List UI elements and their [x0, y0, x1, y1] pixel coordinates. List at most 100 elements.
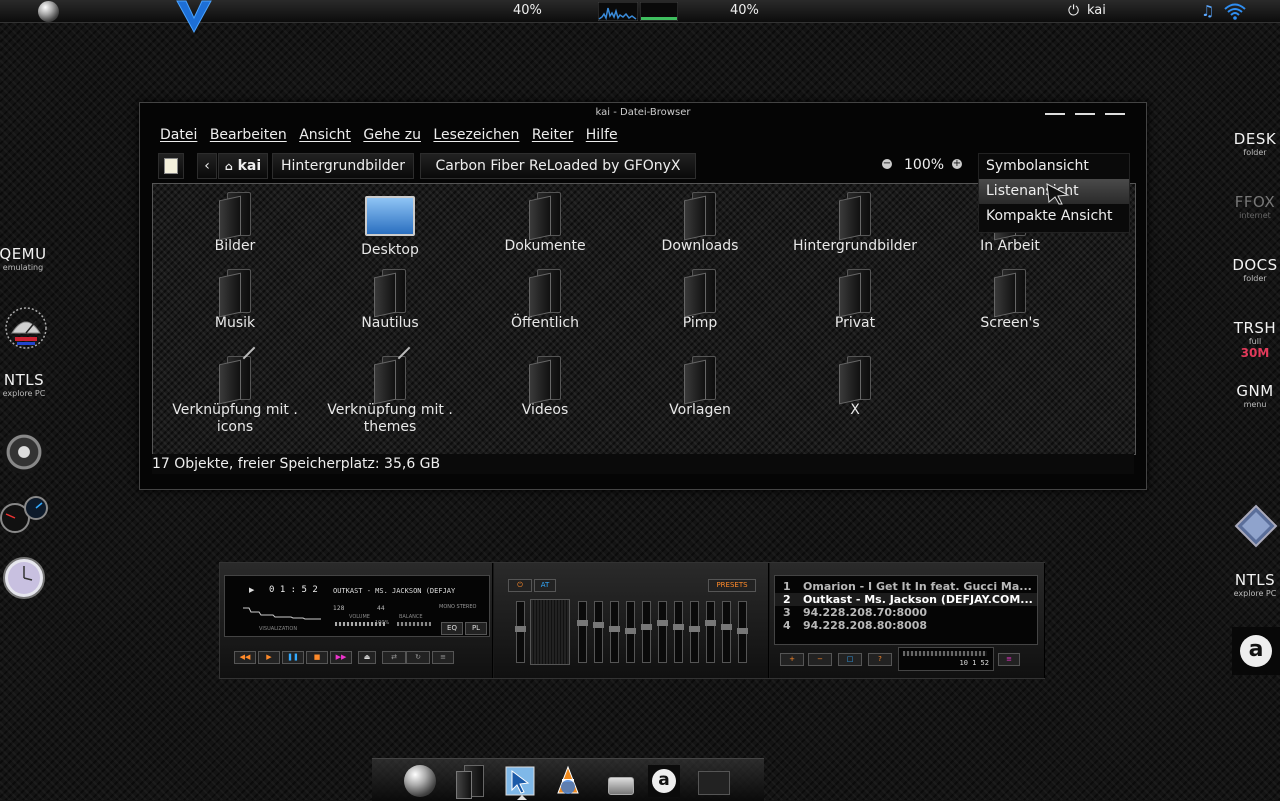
eq-slider[interactable] [577, 601, 588, 663]
file-item-bilder[interactable]: Bilder [160, 192, 310, 255]
window-title[interactable]: kai - Datei-Browser [140, 103, 1146, 123]
playlist-row[interactable]: 4 94.228.208.80:8008 [775, 619, 1037, 632]
desk-launcher[interactable]: DESK folder [1225, 131, 1280, 158]
file-label: Videos [521, 402, 569, 418]
prev-button[interactable]: ◀◀ [234, 651, 256, 664]
active-indicator [517, 795, 527, 800]
trsh-launcher[interactable]: TRSH full 30M [1225, 320, 1280, 360]
file-item-oeffentlich[interactable]: Öffentlich [470, 269, 620, 332]
ntls-launcher-right[interactable]: NTLS explore PC [1225, 572, 1280, 599]
menu-reiter[interactable]: Reiter [532, 127, 573, 143]
blue-v-icon[interactable] [175, 0, 213, 34]
stop-button[interactable]: ■ [306, 651, 328, 664]
qemu-launcher[interactable]: QEMU emulating [0, 246, 53, 273]
power-icon[interactable]: ⏻ [1068, 0, 1079, 22]
menu-item-symbolansicht[interactable]: Symbolansicht [979, 154, 1129, 179]
playlist-row[interactable]: 3 94.228.208.70:8000 [775, 606, 1037, 619]
playlist-list[interactable]: 1 Omarion - I Get It In feat. Gucci Ma...… [774, 575, 1038, 645]
eq-on-button[interactable]: ⏻ [508, 579, 532, 592]
diamond-gadget-icon[interactable] [1234, 504, 1278, 548]
menu-ansicht[interactable]: Ansicht [299, 127, 351, 143]
gnm-launcher[interactable]: GNM menu [1225, 383, 1280, 410]
file-item-privat[interactable]: Privat [780, 269, 930, 332]
file-item-musik[interactable]: Musik [160, 269, 310, 332]
play-button[interactable]: ▶ [258, 651, 280, 664]
menu-hilfe[interactable]: Hilfe [586, 127, 618, 143]
breadcrumb-carbon-fiber[interactable]: Carbon Fiber ReLoaded by GFOnyX [420, 153, 696, 179]
file-item-link-themes[interactable]: Verknüpfung mit . themes [315, 346, 465, 436]
mini-display: 10 1 52 [898, 647, 994, 671]
file-item-link-icons[interactable]: Verknüpfung mit . icons [160, 346, 310, 436]
ntls-launcher-left[interactable]: NTLS explore PC [0, 372, 54, 399]
back-button[interactable]: ‹ [197, 153, 217, 179]
balance-slider[interactable] [397, 622, 431, 626]
menu-item-kompakte-ansicht[interactable]: Kompakte Ansicht [979, 204, 1129, 229]
maximize-button[interactable] [1075, 113, 1095, 115]
breadcrumb-hintergrundbilder[interactable]: Hintergrundbilder [272, 153, 414, 179]
eq-slider[interactable] [689, 601, 700, 663]
cursor-icon[interactable] [504, 765, 536, 797]
eq-auto-button[interactable]: AT [534, 579, 556, 592]
eq-slider[interactable] [705, 601, 716, 663]
playlist-row[interactable]: 1 Omarion - I Get It In feat. Gucci Ma... [775, 580, 1037, 593]
zoom-out-button[interactable]: − [882, 159, 892, 169]
pause-button[interactable]: ❚❚ [282, 651, 304, 664]
pl-misc-button[interactable]: ? [868, 653, 892, 666]
file-item-desktop[interactable]: Desktop [315, 192, 465, 259]
shuffle-button[interactable]: ⇄ [382, 651, 406, 664]
menu-lesezeichen[interactable]: Lesezeichen [433, 127, 519, 143]
eq-slider[interactable] [737, 601, 748, 663]
menu-datei[interactable]: Datei [160, 127, 197, 143]
file-item-nautilus[interactable]: Nautilus [315, 269, 465, 332]
file-item-x[interactable]: X [780, 356, 930, 419]
eject-button[interactable]: ⏏ [358, 651, 376, 664]
pl-button[interactable]: PL [465, 622, 487, 635]
file-item-screens[interactable]: Screen's [935, 269, 1085, 332]
user-label[interactable]: kai [1087, 0, 1106, 22]
terminal-icon[interactable] [698, 771, 730, 795]
avant-gadget-icon[interactable]: a [1232, 627, 1280, 675]
menu-bearbeiten[interactable]: Bearbeiten [210, 127, 287, 143]
menu-gehe-zu[interactable]: Gehe zu [363, 127, 421, 143]
pl-select-button[interactable]: □ [838, 653, 862, 666]
eq-slider[interactable] [625, 601, 636, 663]
avant-icon[interactable]: a [648, 765, 680, 797]
next-button[interactable]: ▶▶ [330, 651, 352, 664]
close-button[interactable] [1105, 113, 1125, 115]
sphere-logo-icon[interactable] [404, 765, 436, 797]
eq-slider[interactable] [641, 601, 652, 663]
ffox-launcher[interactable]: FFOX internet [1225, 194, 1280, 221]
wifi-icon[interactable] [1224, 3, 1246, 20]
edit-location-button[interactable] [158, 153, 184, 179]
file-item-hintergrundbilder[interactable]: Hintergrundbilder [780, 192, 930, 255]
speaker-gadget-icon[interactable] [2, 430, 46, 474]
folder-icon[interactable] [454, 765, 486, 799]
docs-launcher[interactable]: DOCS folder [1225, 257, 1280, 284]
file-item-downloads[interactable]: Downloads [625, 192, 775, 255]
repeat-button[interactable]: ↻ [406, 651, 430, 664]
eq-button[interactable]: EQ [441, 622, 463, 635]
drive-icon[interactable] [604, 765, 636, 797]
eq-slider[interactable] [721, 601, 732, 663]
eq-slider[interactable] [673, 601, 684, 663]
minimize-button[interactable] [1045, 113, 1065, 115]
pl-remove-button[interactable]: − [808, 653, 832, 666]
playlist-row-selected[interactable]: 2 Outkast - Ms. Jackson (DEFJAY.COM... [775, 593, 1037, 606]
pl-list-options-button[interactable]: ≡ [998, 653, 1020, 666]
seek-bar[interactable]: ≡ [432, 651, 454, 664]
presets-button[interactable]: PRESETS [708, 579, 756, 592]
file-item-videos[interactable]: Videos [470, 356, 620, 419]
pl-add-button[interactable]: + [780, 653, 804, 666]
file-item-pimp[interactable]: Pimp [625, 269, 775, 332]
music-note-icon[interactable]: ♫ [1201, 0, 1214, 22]
file-item-dokumente[interactable]: Dokumente [470, 192, 620, 255]
eq-slider[interactable] [609, 601, 620, 663]
zoom-in-button[interactable]: + [952, 159, 962, 169]
sphere-logo-icon[interactable] [38, 1, 59, 22]
eq-slider[interactable] [657, 601, 668, 663]
eq-slider[interactable] [515, 601, 526, 663]
vlc-cone-icon[interactable] [552, 765, 584, 797]
eq-slider[interactable] [593, 601, 604, 663]
file-item-vorlagen[interactable]: Vorlagen [625, 356, 775, 419]
breadcrumb-home[interactable]: ⌂ kai [218, 153, 268, 179]
